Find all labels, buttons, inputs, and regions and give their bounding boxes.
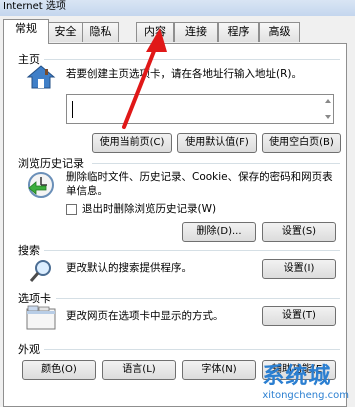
watermark: 系统城 xitongcheng.com — [262, 358, 349, 401]
watermark-title: 系统城 — [262, 364, 332, 389]
annotation-arrow-icon — [122, 28, 167, 129]
watermark-subtitle: xitongcheng.com — [262, 390, 349, 401]
tab-general[interactable]: 常规 — [3, 19, 49, 44]
